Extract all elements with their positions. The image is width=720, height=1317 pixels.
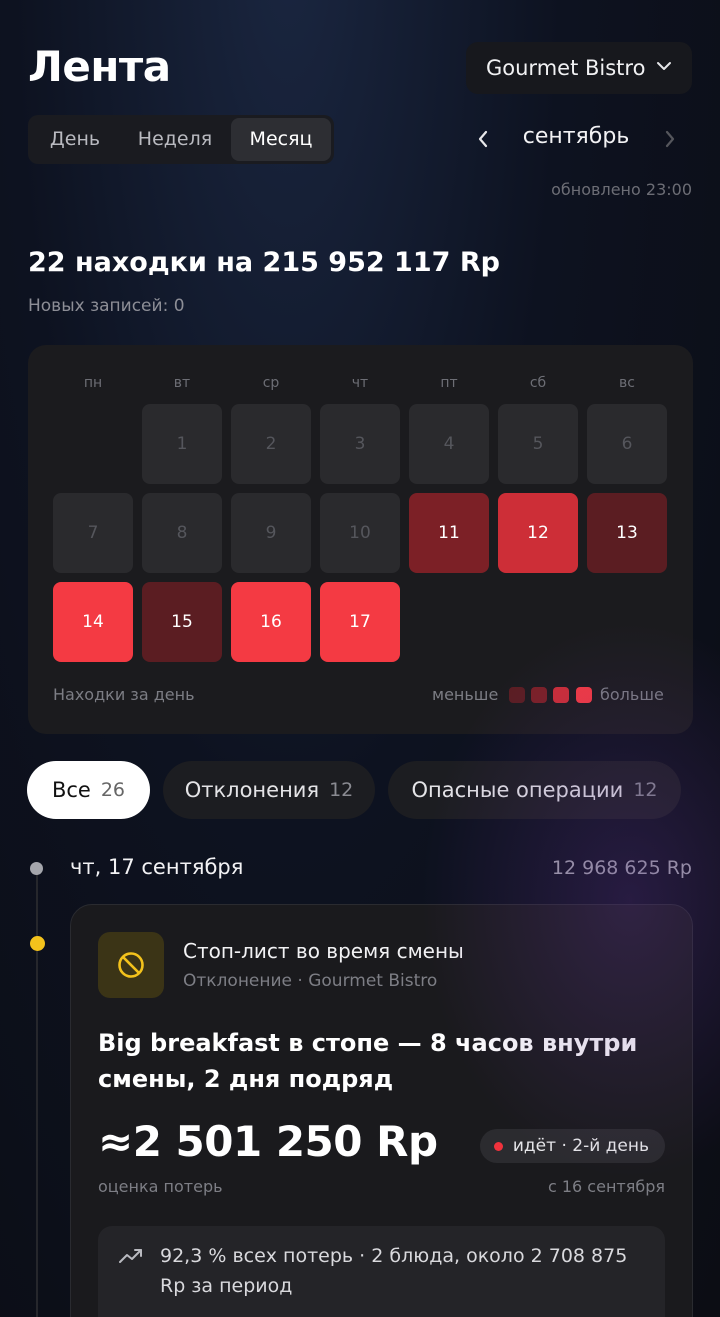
- legend-less: меньше: [432, 685, 499, 704]
- filter-label: Опасные операции: [411, 778, 624, 802]
- weekday-sun: вс: [619, 375, 635, 391]
- filter-deviations[interactable]: Отклонения 12: [163, 761, 375, 819]
- weekday-thu: чт: [351, 375, 369, 391]
- calendar-day[interactable]: 14: [53, 582, 133, 662]
- filter-count: 12: [329, 779, 354, 801]
- card-title: Big breakfast в стопе — 8 часов внутри с…: [98, 1029, 638, 1093]
- calendar-day[interactable]: 12: [498, 493, 578, 573]
- heatmap-calendar: пн вт ср чт пт сб вс 1 2 3 4 5 6 7 8 9 1…: [28, 345, 693, 734]
- calendar-day[interactable]: 17: [320, 582, 400, 662]
- filter-count: 26: [100, 779, 126, 801]
- tab-day[interactable]: День: [31, 118, 119, 161]
- legend-swatch: [509, 687, 525, 703]
- filter-label: Отклонения: [184, 778, 320, 802]
- calendar-day[interactable]: 7: [53, 493, 133, 573]
- findings-summary: 22 находки на 215 952 117 Rp: [28, 247, 500, 278]
- calendar-day[interactable]: 9: [231, 493, 311, 573]
- calendar-caption: Находки за день: [53, 685, 195, 704]
- feed-date-total: 12 968 625 Rp: [551, 857, 692, 879]
- filter-dangerous-operations[interactable]: Опасные операции 12: [388, 761, 681, 819]
- calendar-day[interactable]: 13: [587, 493, 667, 573]
- calendar-day[interactable]: 5: [498, 404, 578, 484]
- feed-date: чт, 17 сентября: [70, 855, 244, 879]
- calendar-day[interactable]: 6: [587, 404, 667, 484]
- calendar-day[interactable]: 15: [142, 582, 222, 662]
- calendar-day[interactable]: 11: [409, 493, 489, 573]
- card-subheading: Отклонение · Gourmet Bistro: [183, 971, 438, 991]
- weekday-fri: пт: [440, 375, 458, 391]
- card-heading: Стоп-лист во время смены: [183, 939, 464, 963]
- filter-all[interactable]: Все 26: [27, 761, 150, 819]
- calendar-day[interactable]: 8: [142, 493, 222, 573]
- legend-swatch: [576, 687, 592, 703]
- new-records-count: Новых записей: 0: [28, 296, 185, 316]
- timeline-date-dot: [30, 862, 43, 875]
- updated-timestamp: обновлено 23:00: [551, 180, 692, 199]
- no-entry-icon: [98, 932, 164, 998]
- tab-month[interactable]: Месяц: [231, 118, 331, 161]
- since-date: с 16 сентября: [547, 1177, 665, 1196]
- venue-selector[interactable]: Gourmet Bistro: [466, 42, 692, 94]
- finding-card[interactable]: Стоп-лист во время смены Отклонение · Go…: [70, 904, 693, 1317]
- status-dot-icon: [493, 1141, 503, 1151]
- month-label: сентябрь: [522, 124, 630, 149]
- timeline-event-dot: [30, 936, 45, 951]
- weekday-mon: пн: [83, 375, 103, 391]
- calendar-day[interactable]: 10: [320, 493, 400, 573]
- page-title: Лента: [28, 42, 171, 91]
- legend-swatch: [531, 687, 547, 703]
- chevron-down-icon: [657, 62, 671, 70]
- filter-label: Все: [51, 778, 91, 802]
- calendar-day[interactable]: 2: [231, 404, 311, 484]
- weekday-sat: сб: [529, 375, 547, 391]
- period-switch: День Неделя Месяц: [28, 115, 334, 164]
- insight-text: 92,3 % всех потерь · 2 блюда, около 2 70…: [160, 1245, 628, 1297]
- tab-week[interactable]: Неделя: [119, 118, 231, 161]
- calendar-day[interactable]: 1: [142, 404, 222, 484]
- loss-amount-caption: оценка потерь: [98, 1177, 223, 1196]
- legend-swatch: [553, 687, 569, 703]
- insight-box: 92,3 % всех потерь · 2 блюда, около 2 70…: [98, 1226, 665, 1317]
- weekday-tue: вт: [173, 375, 191, 391]
- trend-up-icon: [119, 1249, 142, 1263]
- chevron-left-icon[interactable]: [474, 128, 492, 150]
- weekday-wed: ср: [262, 375, 280, 391]
- calendar-day[interactable]: 4: [409, 404, 489, 484]
- filter-count: 12: [633, 779, 658, 801]
- status-text: идёт · 2-й день: [512, 1136, 649, 1156]
- legend-more: больше: [600, 685, 664, 704]
- status-badge: идёт · 2-й день: [479, 1129, 665, 1163]
- venue-name: Gourmet Bistro: [486, 56, 646, 80]
- chevron-right-icon[interactable]: [661, 128, 679, 150]
- calendar-day[interactable]: 16: [231, 582, 311, 662]
- calendar-day[interactable]: 3: [320, 404, 400, 484]
- loss-amount: ≈2 501 250 Rp: [98, 1117, 438, 1166]
